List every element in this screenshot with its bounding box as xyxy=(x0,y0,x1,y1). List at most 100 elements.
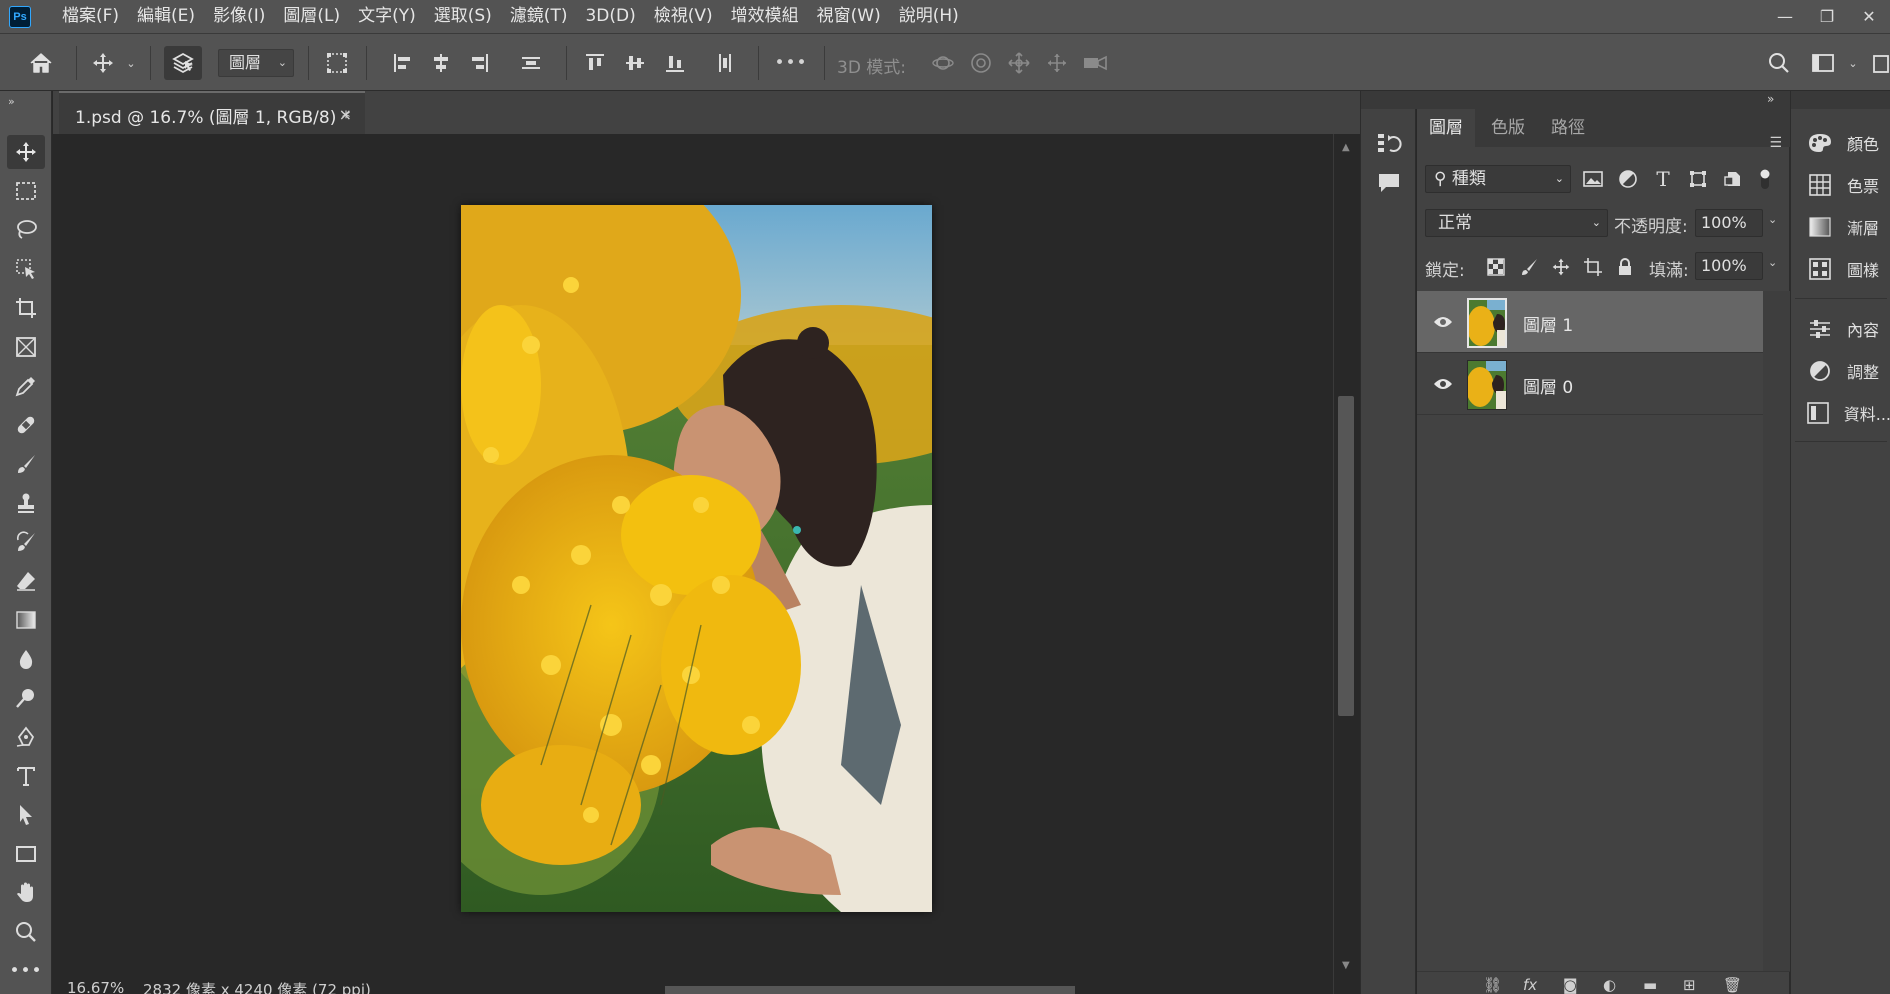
clone-stamp-tool[interactable] xyxy=(7,486,45,520)
auto-select-toggle[interactable] xyxy=(164,46,202,80)
opacity-chevron-down-icon[interactable]: ⌄ xyxy=(1768,213,1777,226)
layer-kind-filter-dropdown[interactable]: ⚲ 種類 ⌄ xyxy=(1425,165,1571,193)
filter-shape-layers-button[interactable] xyxy=(1686,167,1710,191)
tab-channels[interactable]: 色版 xyxy=(1479,109,1537,147)
lock-transparent-pixels-button[interactable] xyxy=(1484,255,1508,279)
menu-layer[interactable]: 圖層(L) xyxy=(274,0,349,33)
adjustments-panel-button[interactable]: 調整 xyxy=(1791,353,1890,389)
align-right-button[interactable] xyxy=(464,46,494,80)
menu-filter[interactable]: 濾鏡(T) xyxy=(501,0,577,33)
vertical-scroll-thumb[interactable] xyxy=(1338,396,1354,716)
minimize-button[interactable]: — xyxy=(1764,0,1806,33)
healing-brush-tool[interactable] xyxy=(7,408,45,442)
patterns-panel-button[interactable]: 圖樣 xyxy=(1791,251,1890,287)
path-selection-tool[interactable] xyxy=(7,798,45,832)
tool-preset-chevron-down-icon[interactable]: ⌄ xyxy=(124,46,138,80)
rectangle-tool[interactable] xyxy=(7,837,45,871)
filter-adjustment-layers-button[interactable] xyxy=(1616,167,1640,191)
blur-tool[interactable] xyxy=(7,642,45,676)
pen-tool[interactable] xyxy=(7,720,45,754)
3d-roll-button[interactable] xyxy=(966,46,996,80)
menu-view[interactable]: 檢視(V) xyxy=(645,0,722,33)
close-window-button[interactable]: ✕ xyxy=(1848,0,1890,33)
align-top-button[interactable] xyxy=(580,46,610,80)
filter-type-layers-icon[interactable]: T xyxy=(1651,167,1675,191)
3d-pan-button[interactable] xyxy=(1004,46,1034,80)
layer-name[interactable]: 圖層 0 xyxy=(1523,373,1573,398)
eye-icon[interactable] xyxy=(1433,315,1453,329)
distribute-horizontal-button[interactable] xyxy=(710,46,740,80)
lasso-tool[interactable] xyxy=(7,213,45,247)
align-bottom-button[interactable] xyxy=(660,46,690,80)
document-canvas-image[interactable] xyxy=(461,205,932,912)
menu-window[interactable]: 視窗(W) xyxy=(808,0,890,33)
search-button[interactable] xyxy=(1762,46,1796,80)
hand-tool[interactable] xyxy=(7,876,45,910)
lock-all-button[interactable] xyxy=(1613,255,1637,279)
restore-button[interactable]: ❐ xyxy=(1806,0,1848,33)
vertical-scrollbar[interactable]: ▲ ▼ xyxy=(1333,134,1360,994)
collapse-right-panels-icon[interactable]: » xyxy=(1767,92,1774,106)
menu-file[interactable]: 檔案(F) xyxy=(53,0,128,33)
menu-select[interactable]: 選取(S) xyxy=(425,0,501,33)
crop-tool[interactable] xyxy=(7,291,45,325)
new-adjustment-layer-icon[interactable]: ◐ xyxy=(1603,976,1616,994)
history-brush-tool[interactable] xyxy=(7,525,45,559)
add-mask-icon[interactable]: ◙ xyxy=(1563,976,1578,994)
filter-pixel-layers-button[interactable] xyxy=(1581,167,1605,191)
workspace-button[interactable] xyxy=(1806,46,1840,80)
3d-slide-button[interactable] xyxy=(1042,46,1072,80)
menu-type[interactable]: 文字(Y) xyxy=(349,0,425,33)
eye-icon[interactable] xyxy=(1433,377,1453,391)
lock-artboard-button[interactable] xyxy=(1581,255,1605,279)
auto-select-target-dropdown[interactable]: 圖層 ⌄ xyxy=(218,49,294,77)
libraries-panel-button[interactable]: 資料... xyxy=(1791,395,1890,431)
tab-paths[interactable]: 路徑 xyxy=(1539,109,1597,147)
align-vertical-center-button[interactable] xyxy=(620,46,650,80)
fill-chevron-down-icon[interactable]: ⌄ xyxy=(1768,256,1777,269)
zoom-tool[interactable] xyxy=(7,915,45,949)
share-button[interactable] xyxy=(1870,46,1890,80)
type-tool[interactable] xyxy=(7,759,45,793)
move-tool[interactable] xyxy=(7,135,45,169)
eyedropper-tool[interactable] xyxy=(7,369,45,403)
more-options-button[interactable]: ••• xyxy=(774,46,808,80)
menu-image[interactable]: 影像(I) xyxy=(204,0,274,33)
menu-plugins[interactable]: 增效模組 xyxy=(722,0,808,33)
document-tab[interactable]: 1.psd @ 16.7% (圖層 1, RGB/8) * × xyxy=(59,91,365,134)
swatches-panel-button[interactable]: 色票 xyxy=(1791,167,1890,203)
close-document-icon[interactable]: × xyxy=(339,105,352,124)
comments-button[interactable] xyxy=(1375,169,1403,197)
scroll-down-icon[interactable]: ▼ xyxy=(1342,960,1350,971)
frame-tool[interactable] xyxy=(7,330,45,364)
workspace-chevron-down-icon[interactable]: ⌄ xyxy=(1846,46,1860,80)
3d-orbit-button[interactable] xyxy=(928,46,958,80)
layers-scrollbar[interactable] xyxy=(1763,291,1790,971)
layer-row-0[interactable]: 圖層 0 xyxy=(1417,353,1763,415)
transform-controls-button[interactable] xyxy=(322,46,352,80)
eraser-tool[interactable] xyxy=(7,564,45,598)
status-zoom-level[interactable]: 16.67% xyxy=(67,982,124,994)
scroll-up-icon[interactable]: ▲ xyxy=(1342,142,1350,153)
rectangular-marquee-tool[interactable] xyxy=(7,174,45,208)
panel-menu-icon[interactable]: ☰ xyxy=(1769,135,1782,151)
3d-scale-button[interactable] xyxy=(1080,46,1110,80)
photoshop-logo-icon[interactable]: Ps xyxy=(9,5,31,28)
add-layer-style-button[interactable]: fx xyxy=(1523,976,1537,994)
menu-edit[interactable]: 編輯(E) xyxy=(128,0,204,33)
lock-image-pixels-button[interactable] xyxy=(1517,255,1541,279)
distribute-vertical-button[interactable] xyxy=(516,46,546,80)
opacity-field[interactable]: 100% xyxy=(1695,209,1763,237)
align-left-button[interactable] xyxy=(388,46,418,80)
align-horizontal-center-button[interactable] xyxy=(426,46,456,80)
layer-name[interactable]: 圖層 1 xyxy=(1523,311,1573,336)
dodge-tool[interactable] xyxy=(7,681,45,715)
history-button[interactable] xyxy=(1375,129,1403,157)
tab-layers[interactable]: 圖層 xyxy=(1417,109,1475,147)
edit-toolbar-button[interactable]: ••• xyxy=(7,954,45,988)
brush-tool[interactable] xyxy=(7,447,45,481)
object-selection-tool[interactable] xyxy=(7,252,45,286)
filter-toggle-button[interactable] xyxy=(1753,167,1777,191)
delete-layer-trash-icon[interactable]: 🗑 xyxy=(1723,976,1742,994)
blend-mode-dropdown[interactable]: 正常 ⌄ xyxy=(1425,209,1608,237)
